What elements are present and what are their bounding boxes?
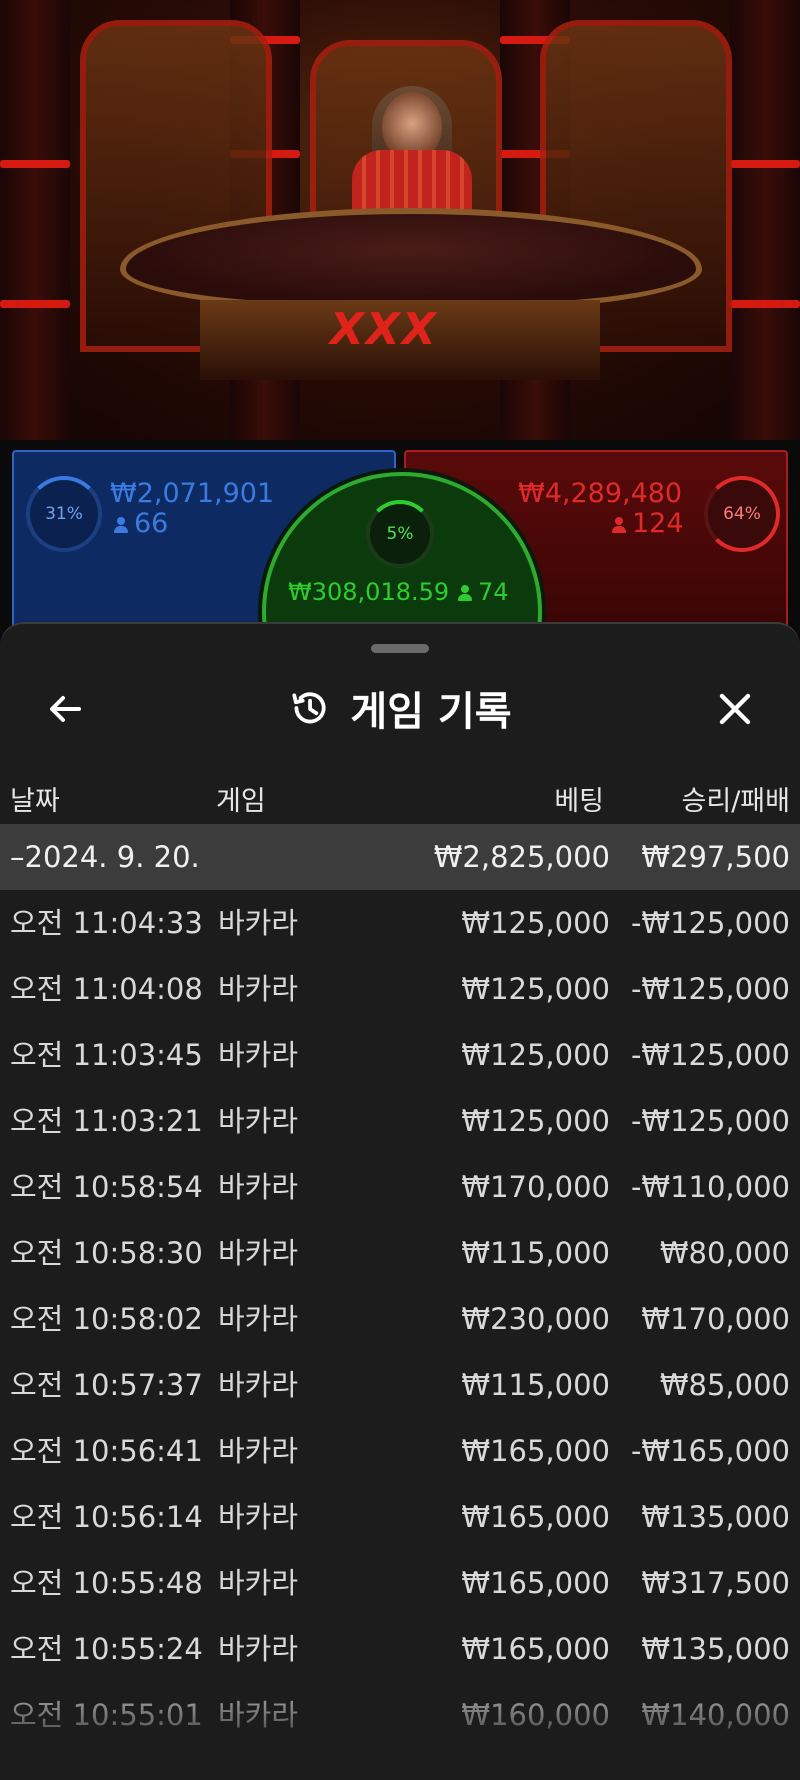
row-win-loss: ₩80,000: [659, 1236, 790, 1270]
player-count: 66: [114, 508, 168, 539]
row-game: 바카라: [218, 906, 299, 940]
row-win-loss: -₩110,000: [630, 1170, 790, 1204]
row-win-loss: -₩125,000: [630, 1038, 790, 1072]
history-row[interactable]: 오전 11:03:21 바카라 ₩125,000 -₩125,000: [0, 1088, 800, 1154]
group-bet-total: ₩2,825,000: [433, 840, 610, 874]
live-video-feed: XXX: [0, 0, 800, 440]
row-bet: ₩160,000: [461, 1698, 610, 1732]
row-time: 오전 10:55:24: [10, 1632, 203, 1666]
row-game: 바카라: [218, 972, 299, 1006]
row-win-loss: ₩170,000: [641, 1302, 790, 1336]
row-game: 바카라: [218, 1698, 299, 1732]
row-win-loss: ₩317,500: [641, 1566, 790, 1600]
row-time: 오전 11:03:21: [10, 1104, 203, 1138]
banker-percent-ring: 64%: [704, 476, 780, 552]
row-game: 바카라: [218, 1038, 299, 1072]
row-win-loss: ₩140,000: [641, 1698, 790, 1732]
table-logo: XXX: [330, 304, 438, 355]
banker-count: 124: [612, 508, 684, 539]
row-bet: ₩165,000: [461, 1434, 610, 1468]
row-bet: ₩165,000: [461, 1566, 610, 1600]
row-time: 오전 11:03:45: [10, 1038, 203, 1072]
row-time: 오전 11:04:33: [10, 906, 203, 940]
row-win-loss: ₩85,000: [659, 1368, 790, 1402]
tie-count: 74: [458, 578, 509, 606]
history-row[interactable]: 오전 10:56:41 바카라 ₩165,000 -₩165,000: [0, 1418, 800, 1484]
history-row[interactable]: 오전 10:58:02 바카라 ₩230,000 ₩170,000: [0, 1286, 800, 1352]
row-bet: ₩170,000: [461, 1170, 610, 1204]
row-bet: ₩165,000: [461, 1500, 610, 1534]
row-time: 오전 10:58:54: [10, 1170, 203, 1204]
row-bet: ₩125,000: [461, 972, 610, 1006]
sheet-title: 게임 기록: [350, 689, 512, 735]
player-total-amount: ₩2,071,901: [110, 478, 275, 509]
tie-percent: 5%: [386, 524, 414, 544]
player-percent-ring: 31%: [26, 476, 102, 552]
user-icon: [114, 517, 128, 533]
history-row[interactable]: 오전 10:57:37 바카라 ₩115,000 ₩85,000: [0, 1352, 800, 1418]
row-time: 오전 10:55:48: [10, 1566, 203, 1600]
row-time: 오전 10:57:37: [10, 1368, 203, 1402]
user-icon: [612, 517, 626, 533]
sheet-header: 게임 기록: [0, 678, 800, 738]
date-group-row[interactable]: –2024. 9. 20. ₩2,825,000 ₩297,500: [0, 824, 800, 890]
row-game: 바카라: [218, 1566, 299, 1600]
close-icon: [719, 693, 751, 725]
row-win-loss: ₩135,000: [641, 1632, 790, 1666]
decor-pillar: [0, 0, 70, 440]
group-win-loss-total: ₩297,500: [641, 840, 790, 874]
row-time: 오전 11:04:08: [10, 972, 203, 1006]
row-game: 바카라: [218, 1434, 299, 1468]
history-row[interactable]: 오전 10:55:01 바카라 ₩160,000 ₩140,000: [0, 1682, 800, 1748]
row-game: 바카라: [218, 1104, 299, 1138]
row-game: 바카라: [218, 1302, 299, 1336]
row-game: 바카라: [218, 1368, 299, 1402]
history-row[interactable]: 오전 11:03:45 바카라 ₩125,000 -₩125,000: [0, 1022, 800, 1088]
row-win-loss: ₩135,000: [641, 1500, 790, 1534]
history-row[interactable]: 오전 11:04:08 바카라 ₩125,000 -₩125,000: [0, 956, 800, 1022]
column-header-date: 날짜: [10, 786, 60, 817]
history-row[interactable]: 오전 10:58:54 바카라 ₩170,000 -₩110,000: [0, 1154, 800, 1220]
row-time: 오전 10:56:41: [10, 1434, 203, 1468]
row-game: 바카라: [218, 1500, 299, 1534]
history-row[interactable]: 오전 10:58:30 바카라 ₩115,000 ₩80,000: [0, 1220, 800, 1286]
group-date: –2024. 9. 20.: [10, 840, 200, 874]
history-row[interactable]: 오전 10:56:14 바카라 ₩165,000 ₩135,000: [0, 1484, 800, 1550]
row-bet: ₩115,000: [461, 1236, 610, 1270]
history-row[interactable]: 오전 10:55:48 바카라 ₩165,000 ₩317,500: [0, 1550, 800, 1616]
history-row[interactable]: 오전 11:04:33 바카라 ₩125,000 -₩125,000: [0, 890, 800, 956]
row-win-loss: -₩165,000: [630, 1434, 790, 1468]
row-bet: ₩165,000: [461, 1632, 610, 1666]
row-bet: ₩125,000: [461, 906, 610, 940]
row-time: 오전 10:58:02: [10, 1302, 203, 1336]
row-win-loss: -₩125,000: [630, 972, 790, 1006]
user-icon: [458, 585, 472, 601]
row-bet: ₩125,000: [461, 1104, 610, 1138]
row-game: 바카라: [218, 1632, 299, 1666]
close-button[interactable]: [700, 674, 770, 744]
column-header-win-loss: 승리/패배: [681, 786, 790, 817]
row-win-loss: -₩125,000: [630, 1104, 790, 1138]
row-time: 오전 10:56:14: [10, 1500, 203, 1534]
banker-total-amount: ₩4,289,480: [518, 478, 683, 509]
tie-percent-ring: 5%: [366, 500, 434, 568]
column-header-bet: 베팅: [554, 786, 604, 817]
game-history-sheet: 게임 기록 날짜 게임 베팅 승리/패배 –2024. 9. 20. ₩2,82…: [0, 622, 800, 1780]
banker-percent: 64%: [723, 504, 761, 524]
decor-pillar: [730, 0, 800, 440]
row-game: 바카라: [218, 1170, 299, 1204]
row-bet: ₩230,000: [461, 1302, 610, 1336]
row-game: 바카라: [218, 1236, 299, 1270]
history-icon: [292, 692, 326, 724]
row-time: 오전 10:55:01: [10, 1698, 203, 1732]
row-bet: ₩125,000: [461, 1038, 610, 1072]
drag-handle[interactable]: [371, 644, 429, 653]
tie-total-amount: ₩308,018.59: [288, 578, 450, 606]
player-percent: 31%: [45, 504, 83, 524]
row-time: 오전 10:58:30: [10, 1236, 203, 1270]
row-bet: ₩115,000: [461, 1368, 610, 1402]
row-win-loss: -₩125,000: [630, 906, 790, 940]
history-row[interactable]: 오전 10:55:24 바카라 ₩165,000 ₩135,000: [0, 1616, 800, 1682]
column-header-game: 게임: [216, 786, 266, 817]
